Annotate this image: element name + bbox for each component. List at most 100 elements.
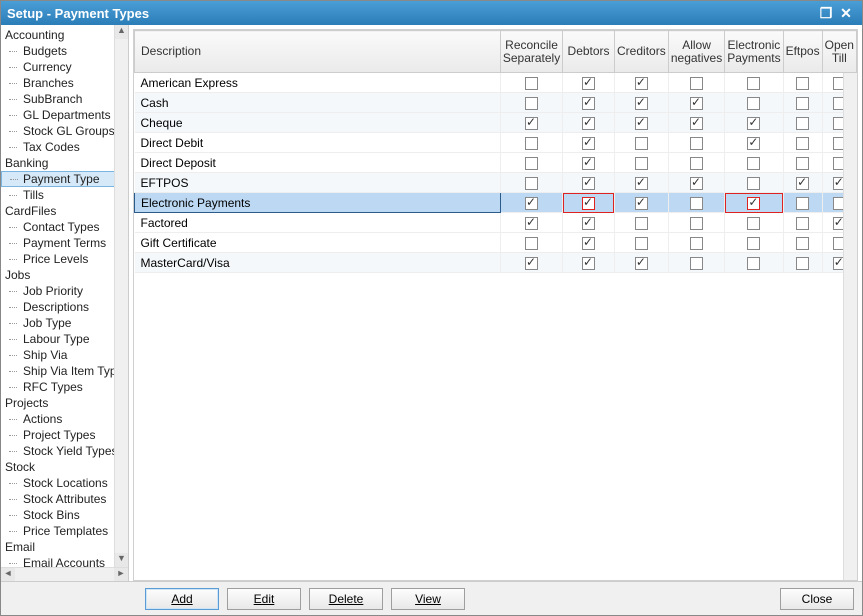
checkbox-icon[interactable] [690,117,703,130]
checkbox-cell[interactable] [614,173,668,193]
checkbox-icon[interactable] [635,257,648,270]
checkbox-cell[interactable] [614,133,668,153]
row-description[interactable]: Cash [135,93,501,113]
checkbox-icon[interactable] [582,77,595,90]
tree-group[interactable]: Banking [1,155,128,171]
tree-group[interactable]: Accounting [1,27,128,43]
tree-item[interactable]: Descriptions [1,299,128,315]
checkbox-icon[interactable] [635,177,648,190]
tree-item[interactable]: Job Type [1,315,128,331]
checkbox-cell[interactable] [668,93,724,113]
checkbox-icon[interactable] [796,197,809,210]
checkbox-icon[interactable] [690,237,703,250]
close-button[interactable]: Close [780,588,854,610]
table-row[interactable]: Gift Certificate [135,233,857,253]
checkbox-cell[interactable] [500,133,562,153]
checkbox-cell[interactable] [668,233,724,253]
sidebar-hscroll[interactable]: ◄ ► [1,567,128,581]
checkbox-cell[interactable] [563,193,615,213]
checkbox-icon[interactable] [582,137,595,150]
checkbox-cell[interactable] [563,113,615,133]
checkbox-icon[interactable] [525,97,538,110]
checkbox-cell[interactable] [500,173,562,193]
column-header[interactable]: Allow negatives [668,31,724,73]
checkbox-icon[interactable] [690,77,703,90]
tree-item[interactable]: Payment Type [1,171,128,187]
row-description[interactable]: Direct Debit [135,133,501,153]
checkbox-icon[interactable] [796,97,809,110]
row-description[interactable]: Electronic Payments [135,193,501,213]
checkbox-icon[interactable] [635,97,648,110]
checkbox-cell[interactable] [783,153,822,173]
checkbox-cell[interactable] [668,253,724,273]
checkbox-cell[interactable] [500,213,562,233]
checkbox-icon[interactable] [525,257,538,270]
checkbox-icon[interactable] [525,137,538,150]
checkbox-cell[interactable] [500,73,562,93]
tree-group[interactable]: Projects [1,395,128,411]
checkbox-cell[interactable] [668,73,724,93]
checkbox-cell[interactable] [614,213,668,233]
table-row[interactable]: Cheque [135,113,857,133]
checkbox-cell[interactable] [668,193,724,213]
checkbox-icon[interactable] [690,217,703,230]
checkbox-icon[interactable] [635,77,648,90]
table-row[interactable]: Cash [135,93,857,113]
row-description[interactable]: Cheque [135,113,501,133]
checkbox-icon[interactable] [582,177,595,190]
checkbox-icon[interactable] [525,217,538,230]
table-row[interactable]: American Express [135,73,857,93]
checkbox-cell[interactable] [783,233,822,253]
checkbox-icon[interactable] [747,177,760,190]
checkbox-icon[interactable] [635,137,648,150]
table-row[interactable]: Factored [135,213,857,233]
tree-item[interactable]: Payment Terms [1,235,128,251]
column-header[interactable]: Debtors [563,31,615,73]
tree-item[interactable]: Currency [1,59,128,75]
checkbox-icon[interactable] [747,217,760,230]
checkbox-cell[interactable] [563,253,615,273]
checkbox-icon[interactable] [525,237,538,250]
column-header[interactable]: Creditors [614,31,668,73]
tree-group[interactable]: Stock [1,459,128,475]
scroll-left-icon[interactable]: ◄ [1,568,15,581]
checkbox-icon[interactable] [582,197,595,210]
checkbox-cell[interactable] [783,93,822,113]
checkbox-icon[interactable] [747,237,760,250]
checkbox-icon[interactable] [582,257,595,270]
checkbox-cell[interactable] [725,113,783,133]
row-description[interactable]: Gift Certificate [135,233,501,253]
sidebar-scrollbar[interactable]: ▲ ▼ [114,25,128,567]
tree-item[interactable]: Tills [1,187,128,203]
column-header[interactable]: Eftpos [783,31,822,73]
tree-item[interactable]: Stock GL Groups [1,123,128,139]
checkbox-icon[interactable] [635,237,648,250]
checkbox-icon[interactable] [525,177,538,190]
checkbox-icon[interactable] [796,117,809,130]
tree-item[interactable]: Price Templates [1,523,128,539]
checkbox-cell[interactable] [614,233,668,253]
tree-group[interactable]: CardFiles [1,203,128,219]
checkbox-cell[interactable] [500,153,562,173]
checkbox-cell[interactable] [668,213,724,233]
checkbox-cell[interactable] [563,173,615,193]
tree-group[interactable]: Jobs [1,267,128,283]
checkbox-icon[interactable] [747,197,760,210]
checkbox-cell[interactable] [783,193,822,213]
checkbox-cell[interactable] [563,213,615,233]
tree-item[interactable]: Price Levels [1,251,128,267]
checkbox-cell[interactable] [783,133,822,153]
delete-button[interactable]: Delete [309,588,383,610]
checkbox-icon[interactable] [690,197,703,210]
checkbox-icon[interactable] [796,237,809,250]
tree-item[interactable]: Email Accounts [1,555,128,567]
checkbox-icon[interactable] [635,197,648,210]
checkbox-icon[interactable] [525,197,538,210]
tree-item[interactable]: Budgets [1,43,128,59]
row-description[interactable]: Direct Deposit [135,153,501,173]
column-header[interactable]: Open Till [822,31,856,73]
tree-item[interactable]: Branches [1,75,128,91]
checkbox-icon[interactable] [635,217,648,230]
tree-item[interactable]: Ship Via [1,347,128,363]
tree-item[interactable]: Job Priority [1,283,128,299]
